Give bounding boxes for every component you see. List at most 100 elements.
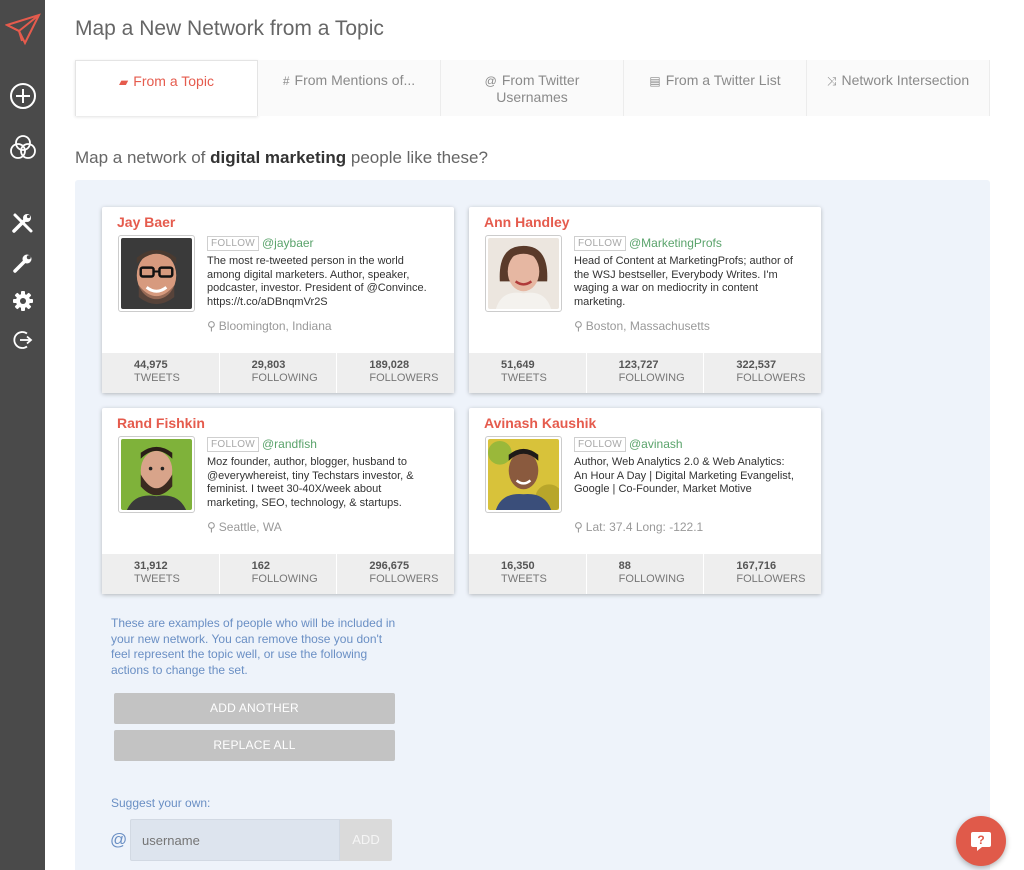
avatar bbox=[118, 436, 195, 513]
help-glyph: ? bbox=[977, 833, 984, 847]
hash-icon: # bbox=[282, 74, 290, 88]
stat-label: FOLLOWERS bbox=[736, 573, 806, 585]
add-username-button[interactable]: ADD bbox=[340, 819, 392, 861]
logout-icon bbox=[13, 331, 32, 349]
person-name[interactable]: Ann Handley bbox=[484, 214, 570, 230]
stat-label: FOLLOWERS bbox=[369, 372, 439, 384]
stat-tweets: 44,975 TWEETS bbox=[102, 353, 220, 393]
sidebar-item-tools[interactable] bbox=[0, 208, 45, 238]
sidebar-item-settings-wrench[interactable] bbox=[0, 248, 45, 278]
follow-button[interactable]: FOLLOW bbox=[207, 437, 260, 452]
sidebar-item-preferences[interactable] bbox=[0, 286, 45, 316]
at-sign-icon: @ bbox=[110, 830, 128, 849]
person-stats: 16,350 TWEETS 88 FOLLOWING 167,716 FOLLOWER… bbox=[469, 554, 821, 594]
person-card[interactable]: Avinash Kaushik FOLLOW @avinash Author, … bbox=[469, 408, 821, 594]
list-icon: ▤ bbox=[649, 74, 661, 88]
stat-tweets: 31,912 TWEETS bbox=[102, 554, 220, 594]
person-card[interactable]: Rand Fishkin FOLLOW @randfish Moz founde… bbox=[102, 408, 454, 594]
person-card[interactable]: Jay Baer FOLLOW @jaybaer The most re-twe… bbox=[102, 207, 454, 393]
sidebar-item-networks[interactable] bbox=[0, 132, 45, 162]
person-name[interactable]: Avinash Kaushik bbox=[484, 415, 596, 431]
person-name[interactable]: Rand Fishkin bbox=[117, 415, 205, 431]
stat-label: FOLLOWERS bbox=[736, 372, 806, 384]
gear-icon bbox=[12, 291, 33, 311]
stat-followers: 322,537 FOLLOWERS bbox=[704, 353, 821, 393]
username-input[interactable] bbox=[130, 819, 340, 861]
question-icon: ? bbox=[971, 832, 991, 851]
tools-icon bbox=[11, 213, 32, 233]
person-location: ⚲ Bloomington, Indiana bbox=[207, 319, 332, 333]
tab-from-mentions[interactable]: # From Mentions of... bbox=[258, 60, 441, 116]
person-card[interactable]: Ann Handley FOLLOW @MarketingProfs Head … bbox=[469, 207, 821, 393]
shuffle-icon: ⤨ bbox=[826, 74, 837, 88]
stat-value: 16,350 bbox=[501, 560, 535, 572]
at-icon: @ bbox=[484, 74, 497, 88]
sidebar-item-logout[interactable] bbox=[0, 325, 45, 355]
location-pin-icon: ⚲ bbox=[207, 520, 216, 534]
location-pin-icon: ⚲ bbox=[574, 520, 583, 534]
question-prefix: Map a network of bbox=[75, 148, 211, 167]
stat-value: 31,912 bbox=[134, 560, 168, 572]
stat-value: 88 bbox=[618, 560, 631, 572]
stat-value: 189,028 bbox=[369, 359, 410, 371]
location-text: Seattle, WA bbox=[218, 520, 282, 534]
wrench-icon bbox=[12, 254, 31, 273]
person-bio: Author, Web Analytics 2.0 & Web Analytic… bbox=[574, 456, 794, 495]
venn-circles-icon bbox=[9, 135, 36, 159]
twitter-handle[interactable]: @randfish bbox=[262, 437, 317, 451]
stat-label: FOLLOWERS bbox=[369, 573, 439, 585]
stat-value: 162 bbox=[251, 560, 271, 572]
avatar bbox=[485, 436, 562, 513]
tab-from-usernames[interactable]: @ From Twitter Usernames bbox=[441, 60, 624, 116]
person-location: ⚲ Seattle, WA bbox=[207, 520, 282, 534]
stat-label: FOLLOWING bbox=[618, 573, 685, 585]
follow-button[interactable]: FOLLOW bbox=[574, 236, 627, 251]
topic-keyword: digital marketing bbox=[210, 148, 347, 167]
app-logo[interactable] bbox=[0, 13, 45, 46]
stat-label: FOLLOWING bbox=[618, 372, 685, 384]
twitter-handle[interactable]: @MarketingProfs bbox=[629, 236, 722, 250]
sidebar-item-new-map[interactable] bbox=[0, 81, 45, 111]
tab-from-list[interactable]: ▤ From a Twitter List bbox=[624, 60, 807, 116]
logo-bird-icon bbox=[4, 13, 41, 46]
source-tabs: ▰ From a Topic # From Mentions of... @ From… bbox=[75, 60, 990, 116]
person-name[interactable]: Jay Baer bbox=[117, 214, 175, 230]
stat-value: 29,803 bbox=[251, 359, 286, 371]
topic-icon: ▰ bbox=[119, 75, 129, 89]
stat-value: 167,716 bbox=[736, 560, 777, 572]
follow-button[interactable]: FOLLOW bbox=[574, 437, 627, 452]
stat-label: TWEETS bbox=[501, 372, 547, 384]
add-another-button[interactable]: ADD ANOTHER bbox=[114, 693, 395, 724]
avatar bbox=[118, 235, 195, 312]
person-bio: Head of Content at MarketingProfs; autho… bbox=[574, 255, 793, 308]
stat-value: 44,975 bbox=[134, 359, 168, 371]
follow-button[interactable]: FOLLOW bbox=[207, 236, 260, 251]
location-text: Lat: 37.4 Long: -122.1 bbox=[585, 520, 704, 534]
topic-question: Map a network of digital marketing peopl… bbox=[75, 148, 488, 168]
stat-following: 162 FOLLOWING bbox=[220, 554, 338, 594]
person-location: ⚲ Boston, Massachusetts bbox=[574, 319, 710, 333]
add-circle-icon bbox=[9, 83, 36, 109]
tab-from-topic[interactable]: ▰ From a Topic bbox=[75, 60, 258, 116]
stat-following: 88 FOLLOWING bbox=[587, 554, 705, 594]
help-button[interactable]: ? bbox=[956, 816, 1006, 866]
stat-label: FOLLOWING bbox=[251, 573, 318, 585]
suggest-label: Suggest your own: bbox=[111, 796, 211, 810]
question-suffix: people like these? bbox=[346, 148, 488, 167]
avatar bbox=[485, 235, 562, 312]
stat-tweets: 16,350 TWEETS bbox=[469, 554, 587, 594]
page-title: Map a New Network from a Topic bbox=[75, 17, 384, 40]
tab-label: From a Twitter List bbox=[665, 72, 781, 88]
stat-value: 296,675 bbox=[369, 560, 410, 572]
examples-help-text: These are examples of people who will be… bbox=[111, 616, 396, 677]
tab-network-intersection[interactable]: ⤨ Network Intersection bbox=[807, 60, 990, 116]
stat-followers: 189,028 FOLLOWERS bbox=[337, 353, 454, 393]
stat-tweets: 51,649 TWEETS bbox=[469, 353, 587, 393]
stat-value: 123,727 bbox=[618, 359, 659, 371]
person-bio: The most re-tweeted person in the world … bbox=[207, 255, 427, 308]
twitter-handle[interactable]: @jaybaer bbox=[262, 236, 314, 250]
location-pin-icon: ⚲ bbox=[207, 319, 216, 333]
twitter-handle[interactable]: @avinash bbox=[629, 437, 683, 451]
stat-followers: 167,716 FOLLOWERS bbox=[704, 554, 821, 594]
replace-all-button[interactable]: REPLACE ALL bbox=[114, 730, 395, 761]
